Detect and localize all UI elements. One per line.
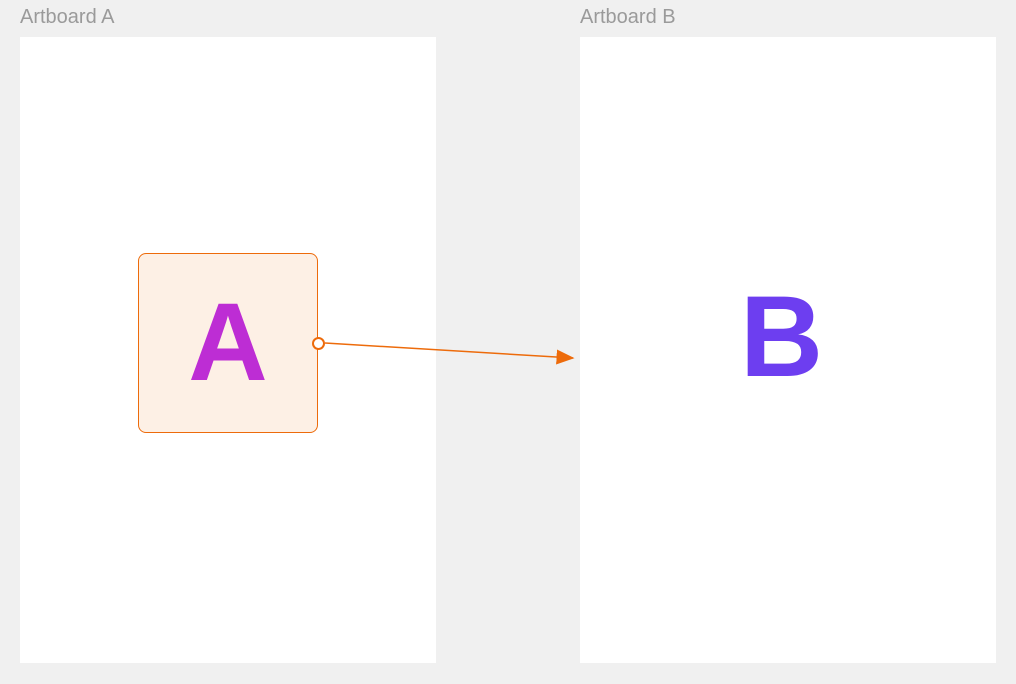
hotspot-layer[interactable]: A [138, 253, 318, 433]
artboard-b-label[interactable]: Artboard B [580, 6, 676, 29]
artboard-a-label[interactable]: Artboard A [20, 6, 115, 29]
hotspot-letter-a: A [188, 288, 267, 398]
letter-b[interactable]: B [740, 280, 823, 395]
connection-handle[interactable] [312, 337, 325, 350]
